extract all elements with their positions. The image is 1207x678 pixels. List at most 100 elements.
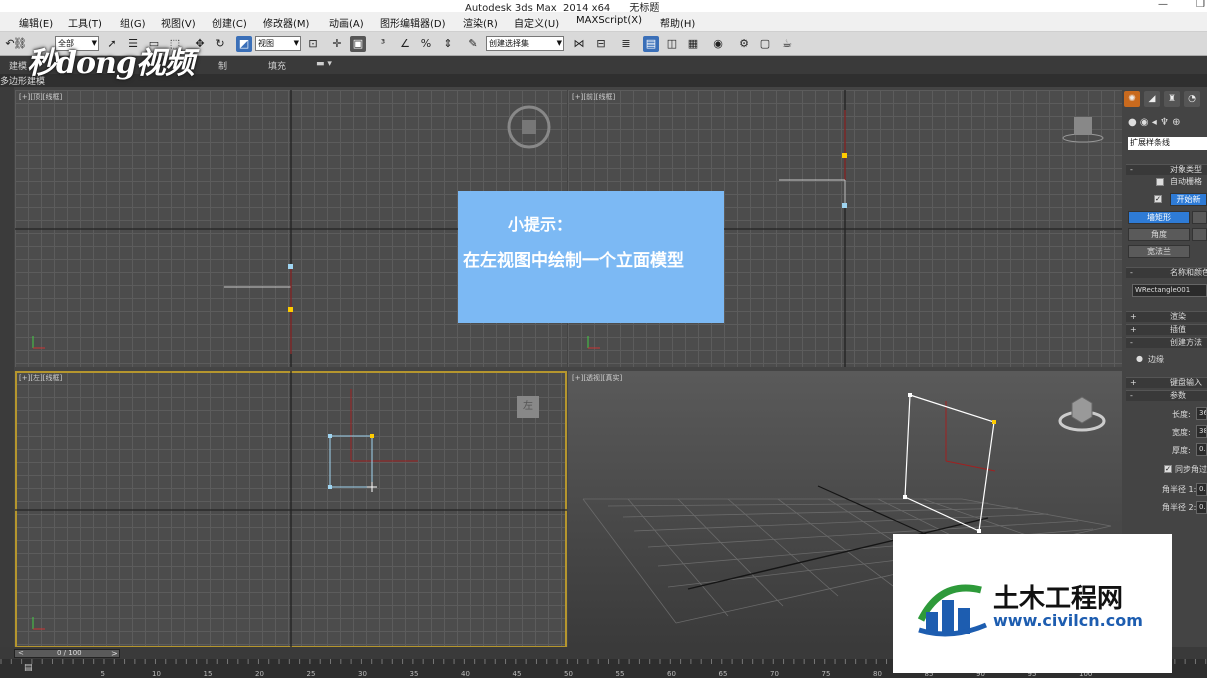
viewcube-compass [507, 105, 551, 149]
title-bar: Autodesk 3ds Max 2014 x64 无标题 — ❐ [0, 0, 1207, 14]
viewcube-left[interactable]: 左 [517, 396, 539, 418]
menu-views[interactable]: 视图(V) [161, 15, 196, 30]
viewport-left[interactable]: [+][左][线框] 左 [15, 371, 567, 648]
schematic-view-icon[interactable]: ▦ [685, 36, 701, 52]
reference-coord-select[interactable]: 视图 ▼ [255, 36, 301, 51]
rollout-title: 创建方法 [1170, 338, 1202, 347]
modify-tab-icon[interactable]: ◢ [1144, 91, 1160, 107]
track-bar-tick-label: 55 [615, 670, 625, 678]
named-selection-value: 创建选择集 [489, 39, 529, 48]
corner-radius-2-label: 角半径 2: [1162, 503, 1197, 512]
angle-button[interactable]: 角度 [1128, 228, 1190, 241]
rollout-title: 参数 [1170, 391, 1186, 400]
wide-flange-button[interactable]: 宽法兰 [1128, 245, 1190, 258]
chevron-right-icon[interactable]: > [111, 649, 118, 658]
motion-tab-icon[interactable]: ◔ [1184, 91, 1200, 107]
wall-rectangle-button[interactable]: 墙矩形 [1128, 211, 1190, 224]
pivot-icon[interactable]: ⊡ [305, 36, 321, 52]
track-bar-tick-label: 65 [718, 670, 728, 678]
corner-radius-2-input[interactable]: 0.0 [1196, 501, 1207, 514]
object-name-input[interactable]: WRectangle001 [1132, 284, 1207, 297]
link-icon[interactable]: ⛓ [12, 36, 28, 52]
select-manipulate-icon[interactable]: ✛ [329, 36, 345, 52]
rollout-expand-icon: + [1130, 378, 1137, 387]
rollout-collapse-icon: - [1130, 165, 1133, 174]
rollout-parameters[interactable]: - 参数 [1126, 390, 1207, 401]
mini-curve-editor-icon[interactable]: ▤ [24, 663, 33, 673]
corner-radius-1-input[interactable]: 0.0 [1196, 483, 1207, 496]
restore-icon[interactable]: ❐ [1196, 0, 1205, 10]
menu-tools[interactable]: 工具(T) [68, 15, 102, 30]
material-editor-icon[interactable]: ◉ [710, 36, 726, 52]
menu-rendering[interactable]: 渲染(R) [463, 15, 498, 30]
length-label: 长度: [1172, 410, 1191, 419]
create-category-icons[interactable]: ● ◉ ◂ ♆ ⊕ [1128, 117, 1181, 128]
graphite-toggle-icon[interactable]: ▤ [643, 36, 659, 52]
menu-group[interactable]: 组(G) [120, 15, 146, 30]
menu-bar: 编辑(E) 工具(T) 组(G) 视图(V) 创建(C) 修改器(M) 动画(A… [0, 12, 1207, 32]
width-input[interactable]: 38 [1196, 425, 1207, 438]
rollout-name-color[interactable]: - 名称和颜色 [1126, 267, 1207, 278]
track-bar-tick-label: 25 [306, 670, 316, 678]
rollout-rendering[interactable]: + 渲染 [1126, 311, 1207, 322]
scale-icon[interactable]: ◩ [236, 36, 252, 52]
category-dropdown[interactable]: 扩展样条线 [1128, 137, 1207, 150]
minimize-icon[interactable]: — [1158, 0, 1168, 10]
menu-create[interactable]: 创建(C) [212, 15, 247, 30]
track-bar-tick-label: 50 [564, 670, 573, 678]
move-icon[interactable]: ✥ [192, 36, 208, 52]
tab-modeling[interactable]: 建模 [9, 59, 27, 72]
rotate-icon[interactable]: ↻ [212, 36, 228, 52]
thickness-label: 厚度: [1172, 446, 1191, 455]
rendered-frame-icon[interactable]: ▢ [757, 36, 773, 52]
sync-corner-checkbox[interactable]: ✓ [1164, 465, 1172, 473]
snap-3d-icon[interactable]: ³ [375, 36, 391, 52]
rollout-object-type[interactable]: - 对象类型 [1126, 164, 1207, 175]
rollout-keyboard-entry[interactable]: + 键盘输入 [1126, 377, 1207, 388]
menu-edit[interactable]: 编辑(E) [19, 15, 53, 30]
render-icon[interactable]: ☕ [779, 36, 795, 52]
channel-button[interactable] [1192, 211, 1207, 224]
menu-help[interactable]: 帮助(H) [660, 15, 695, 30]
menu-maxscript[interactable]: MAXScript(X) [576, 15, 642, 26]
align-icon[interactable]: ⊟ [593, 36, 609, 52]
rollout-creation-method[interactable]: - 创建方法 [1126, 337, 1207, 348]
thickness-input[interactable]: 0.0 [1196, 443, 1207, 456]
percent-snap-icon[interactable]: % [418, 36, 434, 52]
rollout-collapse-icon: - [1130, 338, 1133, 347]
create-tab-icon[interactable]: ✺ [1124, 91, 1140, 107]
mirror-icon[interactable]: ⋈ [571, 36, 587, 52]
keyboard-shortcut-icon[interactable]: ▣ [350, 36, 366, 52]
render-setup-icon[interactable]: ⚙ [736, 36, 752, 52]
rollout-interpolation[interactable]: + 插值 [1126, 324, 1207, 335]
menu-graph-editors[interactable]: 图形编辑器(D) [380, 15, 446, 30]
layer-manager-icon[interactable]: ≣ [618, 36, 634, 52]
auto-grid-label: 自动栅格 [1170, 177, 1202, 186]
start-new-shape-button[interactable]: 开始新 [1170, 193, 1207, 206]
viewcube-perspective [1058, 396, 1106, 432]
length-input[interactable]: 36 [1196, 407, 1207, 420]
civilcn-url: www.civilcn.com [993, 611, 1143, 630]
time-slider[interactable]: < 0 / 100 [14, 649, 120, 658]
named-selection-select[interactable]: 创建选择集 ▼ [486, 36, 564, 51]
spinner-snap-icon[interactable]: ⇕ [440, 36, 456, 52]
radio-edge-icon[interactable]: ● [1136, 354, 1143, 363]
track-bar-tick-label: 80 [873, 670, 882, 678]
start-new-shape-checkbox[interactable]: ✓ [1154, 195, 1162, 203]
reference-coord-value: 视图 [258, 39, 274, 48]
menu-customize[interactable]: 自定义(U) [514, 15, 559, 30]
tab-freeform[interactable]: 制 [218, 59, 227, 72]
angle-snap-icon[interactable]: ∠ [397, 36, 413, 52]
sync-corner-label: 同步角过 [1175, 465, 1207, 474]
tee-button[interactable] [1192, 228, 1207, 241]
auto-grid-checkbox[interactable] [1156, 178, 1164, 186]
viewport-left-canvas [15, 371, 567, 648]
hierarchy-tab-icon[interactable]: ♜ [1164, 91, 1180, 107]
tab-populate[interactable]: 填充 [268, 59, 286, 72]
menu-animation[interactable]: 动画(A) [329, 15, 364, 30]
ribbon-options-icon[interactable]: ▬ ▾ [316, 59, 332, 69]
edit-named-selection-icon[interactable]: ✎ [465, 36, 481, 52]
curve-editor-icon[interactable]: ◫ [664, 36, 680, 52]
chevron-left-icon[interactable]: < [18, 650, 24, 657]
menu-modifiers[interactable]: 修改器(M) [263, 15, 309, 30]
